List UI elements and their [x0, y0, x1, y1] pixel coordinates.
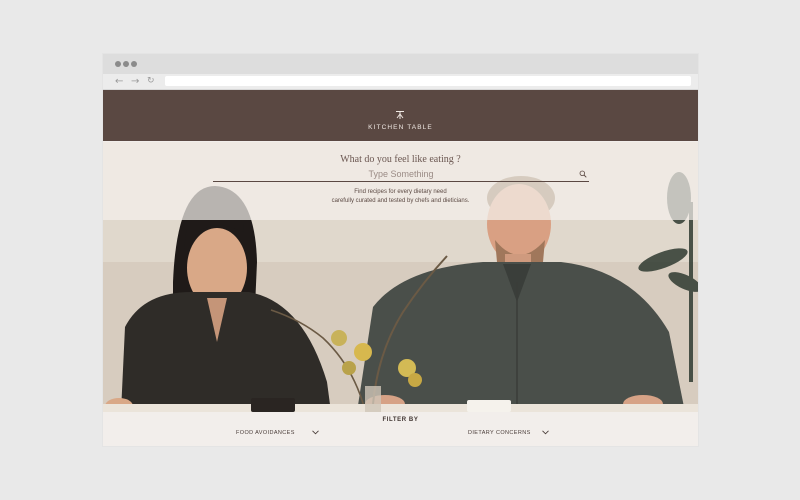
window-dot-icon[interactable]: [123, 61, 129, 67]
chevron-down-icon: [542, 430, 549, 435]
window-dot-icon[interactable]: [131, 61, 137, 67]
utensil-logo-icon[interactable]: [395, 110, 405, 120]
browser-titlebar: [103, 54, 698, 74]
address-bar[interactable]: [165, 76, 691, 86]
search-input[interactable]: [213, 167, 589, 182]
dropdown-label: FOOD AVOIDANCES: [236, 430, 295, 436]
filter-title: FILTER BY: [382, 417, 419, 423]
back-arrow-icon[interactable]: ←: [115, 74, 123, 89]
filter-bar: FILTER BY FOOD AVOIDANCES DIETARY CONCER…: [103, 412, 698, 446]
chevron-down-icon: [312, 430, 319, 435]
tagline-line: carefully curated and tested by chefs an…: [331, 198, 470, 204]
browser-window: ← → ↻ KITCHEN TABLE What do you feel lik…: [103, 54, 698, 446]
browser-navbar: ← → ↻: [103, 74, 698, 90]
search-panel: What do you feel like eating ? Find reci…: [103, 142, 698, 220]
search-icon[interactable]: [579, 170, 587, 178]
reload-icon[interactable]: ↻: [147, 74, 155, 89]
tagline-line: Find recipes for every dietary need: [354, 189, 447, 195]
brand-name[interactable]: KITCHEN TABLE: [103, 124, 698, 131]
food-avoidances-dropdown[interactable]: FOOD AVOIDANCES: [236, 428, 324, 438]
hero-section: What do you feel like eating ? Find reci…: [103, 142, 698, 412]
dietary-concerns-dropdown[interactable]: DIETARY CONCERNS: [468, 428, 554, 438]
site-header: KITCHEN TABLE: [103, 90, 698, 141]
search-prompt: What do you feel like eating ?: [340, 154, 461, 165]
window-dot-icon[interactable]: [115, 61, 121, 67]
forward-arrow-icon[interactable]: →: [131, 74, 139, 89]
dropdown-label: DIETARY CONCERNS: [468, 430, 531, 436]
